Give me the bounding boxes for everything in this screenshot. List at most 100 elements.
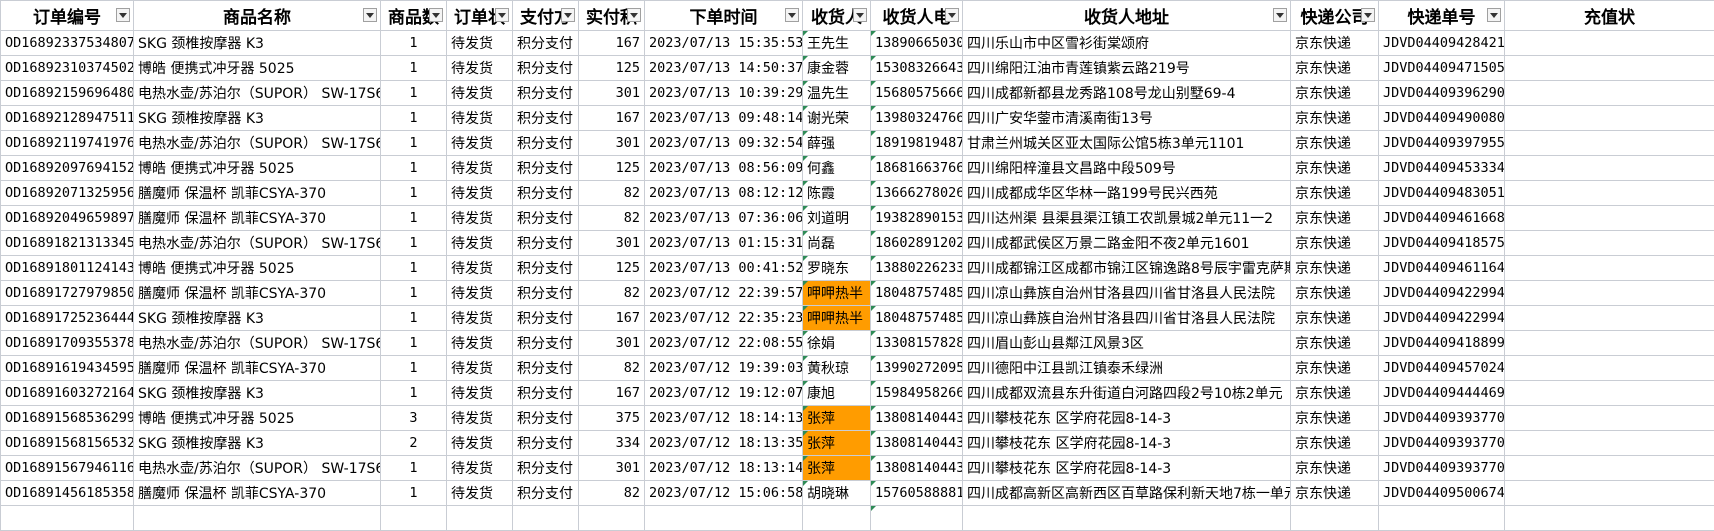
payment-method-cell[interactable]: 积分支付 (513, 406, 579, 431)
order-id-cell[interactable]: OD16891568156532 (1, 431, 134, 456)
payment-method-cell[interactable]: 积分支付 (513, 206, 579, 231)
recipient-phone-cell[interactable]: 13808140443 (871, 406, 963, 431)
quantity-cell[interactable]: 1 (381, 206, 447, 231)
recipient-name-cell[interactable]: 呷呷热半 (803, 306, 871, 331)
payment-method-cell[interactable]: 积分支付 (513, 181, 579, 206)
quantity-cell[interactable]: 1 (381, 56, 447, 81)
paid-points-cell[interactable]: 301 (579, 231, 645, 256)
recipient-phone-cell[interactable]: 19382890153 (871, 206, 963, 231)
recipient-name-cell[interactable]: 尚磊 (803, 231, 871, 256)
column-header[interactable]: 商品名称 (134, 1, 381, 31)
tracking-number-cell[interactable]: JDVD04409396290 (1379, 81, 1505, 106)
paid-points-cell[interactable]: 82 (579, 206, 645, 231)
order-id-cell[interactable]: OD16891821313345 (1, 231, 134, 256)
quantity-cell[interactable]: 1 (381, 281, 447, 306)
recipient-address-cell[interactable]: 四川德阳中江县凯江镇泰禾绿洲 (963, 356, 1291, 381)
recipient-phone-cell[interactable]: 13808140443 (871, 431, 963, 456)
courier-cell[interactable]: 京东快递 (1291, 231, 1379, 256)
recipient-name-cell[interactable]: 康旭 (803, 381, 871, 406)
tracking-number-cell[interactable]: JDVD04409461164 (1379, 256, 1505, 281)
recipient-address-cell[interactable]: 四川成都成华区华林一路199号民兴西苑 (963, 181, 1291, 206)
product-name-cell[interactable]: 电热水壶/苏泊尔（SUPOR） SW-17S62A (134, 81, 381, 106)
recipient-address-cell[interactable]: 甘肃兰州城关区亚太国际公馆5栋3单元1101 (963, 131, 1291, 156)
recharge-status-cell[interactable] (1505, 106, 1714, 131)
payment-method-cell[interactable]: 积分支付 (513, 156, 579, 181)
order-time-cell[interactable]: 2023/07/13 14:50:37 (645, 56, 803, 81)
order-status-cell[interactable]: 待发货 (447, 481, 513, 506)
product-name-cell[interactable]: 博皓 便携式冲牙器 5025 (134, 256, 381, 281)
tracking-number-cell[interactable]: JDVD04409422994 (1379, 281, 1505, 306)
product-name-cell[interactable]: 博皓 便携式冲牙器 5025 (134, 156, 381, 181)
payment-method-cell[interactable] (513, 506, 579, 531)
recipient-name-cell[interactable]: 温先生 (803, 81, 871, 106)
product-name-cell[interactable]: SKG 颈椎按摩器 K3 (134, 306, 381, 331)
tracking-number-cell[interactable]: JDVD04409500674 (1379, 481, 1505, 506)
recipient-address-cell[interactable]: 四川攀枝花东 区学府花园8-14-3 (963, 431, 1291, 456)
recipient-phone-cell[interactable]: 13308157828 (871, 331, 963, 356)
courier-cell[interactable] (1291, 506, 1379, 531)
filter-dropdown-icon[interactable] (561, 8, 575, 22)
recipient-address-cell[interactable]: 四川绵阳江油市青莲镇紫云路219号 (963, 56, 1291, 81)
payment-method-cell[interactable]: 积分支付 (513, 131, 579, 156)
recharge-status-cell[interactable] (1505, 431, 1714, 456)
quantity-cell[interactable]: 1 (381, 481, 447, 506)
recipient-phone-cell[interactable]: 15308326643 (871, 56, 963, 81)
recipient-phone-cell[interactable]: 15984958266 (871, 381, 963, 406)
recipient-name-cell[interactable]: 胡晓琳 (803, 481, 871, 506)
paid-points-cell[interactable]: 82 (579, 181, 645, 206)
recipient-name-cell[interactable]: 呷呷热半 (803, 281, 871, 306)
order-id-cell[interactable]: OD16891709355378 (1, 331, 134, 356)
paid-points-cell[interactable]: 167 (579, 106, 645, 131)
order-id-cell[interactable]: OD16892310374502 (1, 56, 134, 81)
recipient-phone-cell[interactable]: 18681663766 (871, 156, 963, 181)
tracking-number-cell[interactable]: JDVD04409393770 (1379, 406, 1505, 431)
filter-dropdown-icon[interactable] (429, 8, 443, 22)
recipient-name-cell[interactable]: 黄秋琼 (803, 356, 871, 381)
recipient-phone-cell[interactable]: 13808140443 (871, 456, 963, 481)
filter-dropdown-icon[interactable] (1487, 8, 1501, 22)
recipient-name-cell[interactable]: 薛强 (803, 131, 871, 156)
courier-cell[interactable]: 京东快递 (1291, 281, 1379, 306)
paid-points-cell[interactable]: 167 (579, 306, 645, 331)
order-id-cell[interactable]: OD16891456185358 (1, 481, 134, 506)
tracking-number-cell[interactable]: JDVD04409393770 (1379, 431, 1505, 456)
order-status-cell[interactable]: 待发货 (447, 306, 513, 331)
recipient-phone-cell[interactable]: 13880226233 (871, 256, 963, 281)
recipient-name-cell[interactable]: 何鑫 (803, 156, 871, 181)
recharge-status-cell[interactable] (1505, 81, 1714, 106)
order-id-cell[interactable]: OD16891619434595 (1, 356, 134, 381)
paid-points-cell[interactable]: 301 (579, 131, 645, 156)
courier-cell[interactable]: 京东快递 (1291, 431, 1379, 456)
quantity-cell[interactable]: 1 (381, 156, 447, 181)
order-status-cell[interactable]: 待发货 (447, 331, 513, 356)
order-status-cell[interactable]: 待发货 (447, 131, 513, 156)
column-header[interactable]: 收货人 (803, 1, 871, 31)
paid-points-cell[interactable]: 301 (579, 81, 645, 106)
order-time-cell[interactable]: 2023/07/12 18:13:35 (645, 431, 803, 456)
order-time-cell[interactable]: 2023/07/12 19:12:07 (645, 381, 803, 406)
order-status-cell[interactable]: 待发货 (447, 81, 513, 106)
recipient-address-cell[interactable]: 四川乐山市中区雪衫街棠颂府 (963, 31, 1291, 56)
filter-dropdown-icon[interactable] (945, 8, 959, 22)
quantity-cell[interactable]: 1 (381, 131, 447, 156)
recipient-phone-cell[interactable]: 18048757485 (871, 306, 963, 331)
filter-dropdown-icon[interactable] (363, 8, 377, 22)
courier-cell[interactable]: 京东快递 (1291, 31, 1379, 56)
order-time-cell[interactable]: 2023/07/13 00:41:52 (645, 256, 803, 281)
product-name-cell[interactable] (134, 506, 381, 531)
tracking-number-cell[interactable]: JDVD04409418575 (1379, 231, 1505, 256)
paid-points-cell[interactable]: 167 (579, 31, 645, 56)
payment-method-cell[interactable]: 积分支付 (513, 81, 579, 106)
payment-method-cell[interactable]: 积分支付 (513, 431, 579, 456)
payment-method-cell[interactable]: 积分支付 (513, 231, 579, 256)
recipient-name-cell[interactable]: 谢光荣 (803, 106, 871, 131)
tracking-number-cell[interactable]: JDVD04409393770 (1379, 456, 1505, 481)
tracking-number-cell[interactable]: JDVD04409457024 (1379, 356, 1505, 381)
recipient-address-cell[interactable]: 四川成都武侯区万景二路金阳不夜2单元1601 (963, 231, 1291, 256)
order-status-cell[interactable]: 待发货 (447, 356, 513, 381)
order-id-cell[interactable]: OD16892337534807 (1, 31, 134, 56)
recipient-name-cell[interactable]: 张萍 (803, 406, 871, 431)
order-time-cell[interactable]: 2023/07/12 22:35:23 (645, 306, 803, 331)
product-name-cell[interactable]: 膳魔师 保温杯 凯菲CSYA-370 (134, 481, 381, 506)
product-name-cell[interactable]: 膳魔师 保温杯 凯菲CSYA-370 (134, 281, 381, 306)
